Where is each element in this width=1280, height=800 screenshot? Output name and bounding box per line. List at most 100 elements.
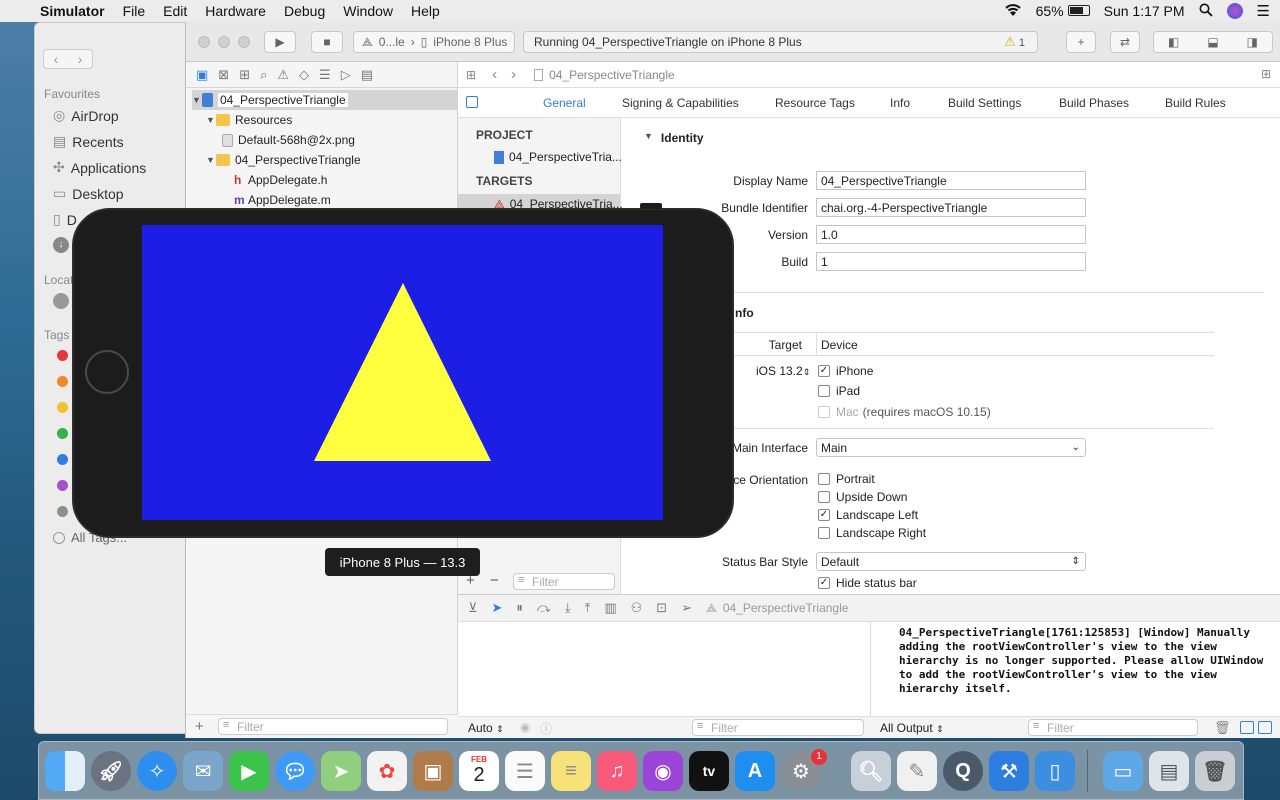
facetime-icon[interactable]: ▶	[229, 751, 269, 791]
library-button[interactable]: +	[1066, 31, 1096, 53]
tag-green-icon[interactable]	[57, 428, 68, 439]
landscape-right-checkbox[interactable]: Landscape Right	[818, 526, 926, 540]
trash-icon[interactable]: 🗑︎	[1214, 720, 1231, 736]
breakpoint-icon[interactable]: ▷	[341, 67, 351, 83]
identity-header[interactable]: ▼ Identity	[644, 131, 704, 145]
console-filter-field[interactable]: Filter	[1028, 719, 1198, 736]
stop-button[interactable]: ■	[311, 31, 343, 53]
main-interface-select[interactable]: Main ⌄	[816, 438, 1086, 457]
back-arrow-icon[interactable]: ‹	[54, 51, 59, 67]
split-pane-right-icon[interactable]	[1258, 721, 1272, 734]
menu-hardware[interactable]: Hardware	[205, 3, 266, 19]
status-bar-style-select[interactable]: Default ⇕	[816, 552, 1086, 571]
wifi-icon[interactable]	[1004, 3, 1022, 20]
photos-icon[interactable]: ✿	[367, 751, 407, 791]
mail-icon[interactable]: ✉	[183, 751, 223, 791]
tree-row-appdelegate-h[interactable]: h AppDelegate.h	[234, 170, 327, 190]
auto-variables-select[interactable]: Auto ⇕	[468, 721, 504, 735]
tab-info[interactable]: Info	[890, 96, 910, 110]
portrait-checkbox[interactable]: Portrait	[818, 472, 875, 486]
console-output[interactable]: 04_PerspectiveTriangle[1761:125853] [Win…	[871, 622, 1280, 716]
build-field[interactable]: 1	[816, 252, 1086, 271]
bundle-identifier-field[interactable]: chai.org.-4-PerspectiveTriangle	[816, 198, 1086, 217]
reminders-icon[interactable]: ☰	[505, 751, 545, 791]
downloads-icon[interactable]: ↓	[53, 237, 69, 253]
eye-icon[interactable]: ◉	[520, 720, 530, 734]
environment-overrides-icon[interactable]: ⊡	[656, 600, 667, 616]
scheme-selector[interactable]: ⟁ 0...le › ▯ iPhone 8 Plus	[353, 31, 515, 53]
tab-build-rules[interactable]: Build Rules	[1165, 96, 1226, 110]
simulator-app-icon[interactable]: ▯	[1035, 751, 1075, 791]
split-pane-left-icon[interactable]	[1240, 721, 1254, 734]
add-file-icon[interactable]: +	[195, 718, 204, 735]
step-into-icon[interactable]: ⤓	[565, 600, 571, 616]
close-window-button[interactable]	[198, 36, 210, 48]
finder-nav-back[interactable]: ‹ ›	[43, 49, 93, 69]
disclosure-triangle-icon[interactable]: ▼	[644, 131, 653, 145]
notes-icon[interactable]: ≡	[551, 751, 591, 791]
warning-badge[interactable]: ⚠ 1	[1004, 34, 1025, 50]
disclosure-triangle-icon[interactable]: ▼	[206, 155, 216, 165]
version-field[interactable]: 1.0	[816, 225, 1086, 244]
iphone-checkbox[interactable]: ✓ iPhone	[818, 364, 873, 378]
home-button[interactable]	[85, 350, 129, 394]
minimize-window-button[interactable]	[218, 36, 230, 48]
menu-file[interactable]: File	[123, 3, 146, 19]
view-hierarchy-icon[interactable]: ▥	[604, 600, 616, 616]
siri-icon[interactable]	[1226, 3, 1243, 19]
tab-build-phases[interactable]: Build Phases	[1059, 96, 1129, 110]
notification-center-icon[interactable]: ☰	[1257, 2, 1270, 20]
breakpoints-toggle-icon[interactable]: ➤	[492, 600, 503, 616]
all-output-select[interactable]: All Output ⇕	[880, 721, 944, 735]
simulate-location-icon[interactable]: ➢	[681, 600, 692, 616]
preview-icon[interactable]: 🔍︎	[851, 751, 891, 791]
disclosure-triangle-icon[interactable]: ▼	[192, 95, 202, 105]
navigator-filter-field[interactable]: Filter	[218, 718, 448, 735]
menu-debug[interactable]: Debug	[284, 3, 325, 19]
sidebar-item-documents[interactable]: ▯ D	[53, 211, 77, 228]
info-icon[interactable]: ⓘ	[540, 720, 552, 737]
jumpbar-file[interactable]: 04_PerspectiveTriangle	[549, 68, 675, 82]
calendar-icon[interactable]: FEB 2	[459, 751, 499, 791]
display-name-field[interactable]: 04_PerspectiveTriangle	[816, 171, 1086, 190]
symbol-icon[interactable]: ⊞	[239, 67, 250, 83]
memory-graph-icon[interactable]: ⚇	[631, 600, 643, 616]
toggle-navigator-icon[interactable]: ◧	[1168, 35, 1179, 49]
quicktime-icon[interactable]: Q	[943, 751, 983, 791]
ios-version-stepper[interactable]: iOS 13.2⇕	[756, 364, 810, 378]
app-menu[interactable]: Simulator	[40, 3, 105, 19]
menu-edit[interactable]: Edit	[163, 3, 187, 19]
forward-arrow-icon[interactable]: ›	[78, 51, 83, 67]
step-over-icon[interactable]: ⤼	[537, 600, 551, 616]
tab-resource-tags[interactable]: Resource Tags	[775, 96, 855, 110]
tab-signing[interactable]: Signing & Capabilities	[622, 96, 739, 110]
sidebar-item-desktop[interactable]: ▭ Desktop	[53, 185, 124, 202]
debug-icon[interactable]: ☰	[319, 67, 331, 83]
contacts-icon[interactable]: ▣	[413, 751, 453, 791]
tag-gray-icon[interactable]	[57, 506, 68, 517]
toggle-targets-icon[interactable]	[466, 96, 478, 108]
targets-filter-field[interactable]: Filter	[513, 573, 615, 590]
disclosure-triangle-icon[interactable]: ▼	[206, 115, 216, 125]
tv-icon[interactable]: tv	[689, 751, 729, 791]
report-icon[interactable]: ▤	[361, 67, 373, 83]
hide-status-bar-checkbox[interactable]: ✓ Hide status bar	[818, 576, 917, 590]
launchpad-icon[interactable]: 🚀︎	[91, 751, 131, 791]
tree-row-project[interactable]: ▼ 04_PerspectiveTriangle	[192, 90, 458, 110]
messages-icon[interactable]: 💬︎	[275, 751, 315, 791]
tree-row-group[interactable]: ▼ 04_PerspectiveTriangle	[206, 150, 361, 170]
code-review-button[interactable]: ⇄	[1110, 31, 1140, 53]
finder-icon[interactable]	[45, 751, 85, 791]
project-list-item[interactable]: 04_PerspectiveTria...	[494, 150, 622, 164]
source-control-icon[interactable]: ⊠	[218, 67, 229, 83]
hide-debug-area-icon[interactable]: ⊻	[468, 600, 478, 616]
folder-icon[interactable]: ▣	[196, 67, 208, 83]
landscape-left-checkbox[interactable]: ✓ Landscape Left	[818, 508, 918, 522]
issue-icon[interactable]: ⚠	[277, 67, 289, 83]
maps-icon[interactable]: ➤	[321, 751, 361, 791]
screenshot-stack-icon[interactable]: ▤	[1149, 751, 1189, 791]
sidebar-item-recents[interactable]: ▤ Recents	[53, 133, 124, 150]
textedit-icon[interactable]: ✎	[897, 751, 937, 791]
tree-row-default-png[interactable]: Default-568h@2x.png	[222, 130, 355, 150]
safari-icon[interactable]: ✧	[137, 751, 177, 791]
